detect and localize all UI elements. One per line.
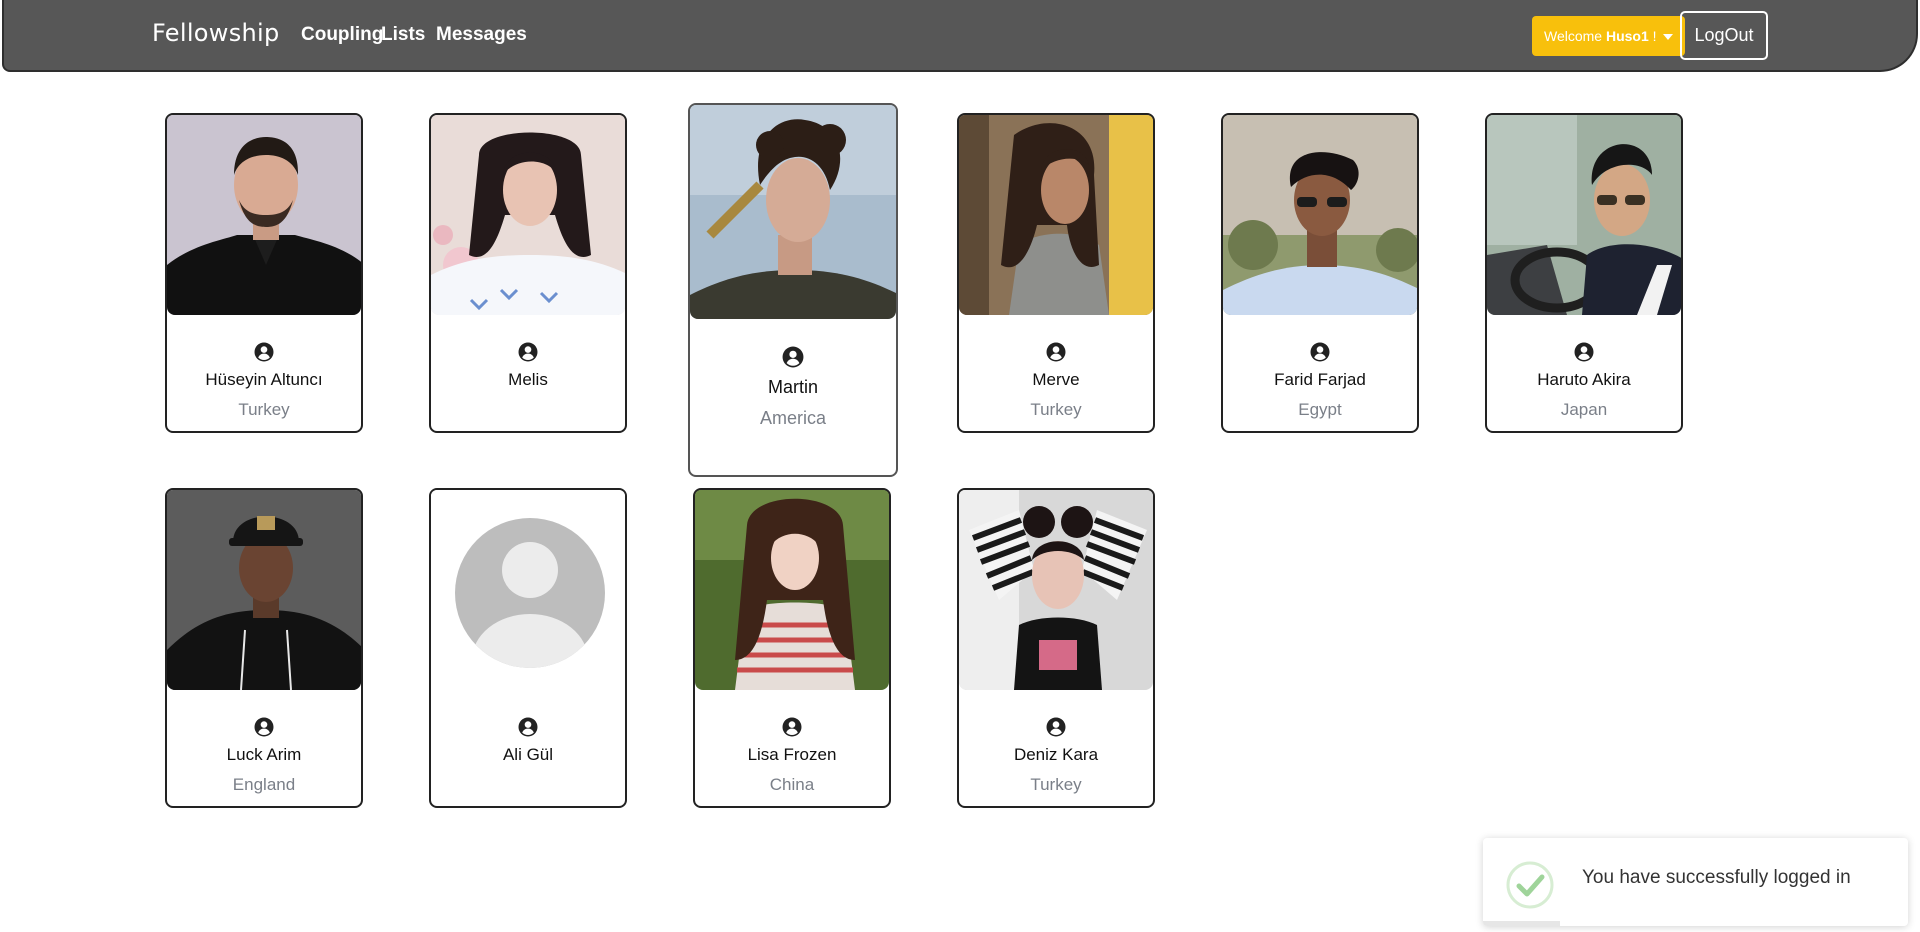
welcome-username: Huso1	[1605, 28, 1649, 44]
profile-photo-woman-striped-top	[695, 490, 889, 690]
user-circle-icon	[1574, 342, 1594, 362]
profile-photo-man-sunglasses	[1223, 115, 1417, 315]
profile-card[interactable]: Deniz Kara Turkey	[957, 488, 1155, 808]
profile-card[interactable]: Haruto Akira Japan	[1485, 113, 1683, 433]
profile-photo-man-driving	[1487, 115, 1681, 315]
profile-country: Turkey	[1030, 400, 1082, 419]
user-circle-icon	[782, 717, 802, 737]
profile-name: Melis	[508, 370, 548, 389]
profile-card[interactable]: Farid Farjad Egypt	[1221, 113, 1419, 433]
profile-card[interactable]: Merve Turkey	[957, 113, 1155, 433]
profile-name: Merve	[1032, 370, 1080, 389]
profile-name: Lisa Frozen	[747, 745, 837, 764]
profile-card[interactable]: Ali Gül	[429, 488, 627, 808]
user-circle-icon	[1046, 342, 1066, 362]
profile-photo-woman-striped-sleeves	[959, 490, 1153, 690]
nav-link-lists[interactable]: Lists	[381, 24, 425, 46]
nav-link-messages[interactable]: Messages	[436, 24, 527, 46]
welcome-suffix: !	[1648, 28, 1657, 44]
profile-card[interactable]: Hüseyin Altuncı Turkey	[165, 113, 363, 433]
profile-photo-man-curly-hair	[690, 105, 896, 319]
user-circle-icon	[782, 346, 804, 368]
profile-country: America	[759, 408, 826, 428]
top-navbar: Fellowship Coupling Lists Messages Welco…	[2, 0, 1918, 72]
user-circle-icon	[1310, 342, 1330, 362]
profile-name: Ali Gül	[502, 745, 554, 764]
profile-name: Haruto Akira	[1537, 370, 1631, 389]
profile-photo-man-dark-jacket	[167, 115, 361, 315]
profile-card[interactable]: Luck Arim England	[165, 488, 363, 808]
profile-country: England	[232, 775, 296, 794]
profile-card[interactable]: Melis	[429, 113, 627, 433]
user-circle-icon	[1046, 717, 1066, 737]
profile-country: Japan	[1560, 400, 1608, 419]
profile-photo-man-cap-hoodie	[167, 490, 361, 690]
caret-down-icon	[1662, 34, 1673, 41]
user-circle-icon	[518, 717, 538, 737]
welcome-dropdown-button[interactable]: Welcome Huso1 !	[1532, 16, 1685, 56]
profile-country: Turkey	[1030, 775, 1082, 794]
logout-button[interactable]: LogOut	[1680, 11, 1768, 60]
profile-name: Hüseyin Altuncı	[205, 370, 323, 389]
nav-link-coupling[interactable]: Coupling	[301, 24, 383, 46]
user-circle-icon	[518, 342, 538, 362]
profile-photo-default-avatar	[431, 490, 625, 690]
profile-name: Luck Arim	[226, 745, 302, 764]
profile-country: Egypt	[1298, 400, 1342, 419]
profile-card[interactable]: Lisa Frozen China	[693, 488, 891, 808]
profile-name: Martin	[767, 377, 818, 397]
profile-country: Turkey	[238, 400, 290, 419]
user-circle-icon	[254, 342, 274, 362]
login-success-toast[interactable]: You have successfully logged in	[1483, 838, 1908, 926]
profile-photo-woman-dark-hair	[431, 115, 625, 315]
profile-name: Farid Farjad	[1274, 370, 1366, 389]
welcome-prefix: Welcome	[1544, 28, 1606, 44]
profile-photo-woman-curly-hair	[959, 115, 1153, 315]
toast-progress-bar	[1483, 921, 1560, 926]
profile-name: Deniz Kara	[1013, 745, 1099, 764]
profile-card[interactable]: Martin America	[688, 103, 898, 477]
toast-message: You have successfully logged in	[1582, 867, 1851, 888]
user-circle-icon	[254, 717, 274, 737]
profile-country: China	[769, 775, 815, 794]
check-circle-icon	[1506, 861, 1554, 909]
brand-logo[interactable]: Fellowship	[152, 19, 280, 47]
